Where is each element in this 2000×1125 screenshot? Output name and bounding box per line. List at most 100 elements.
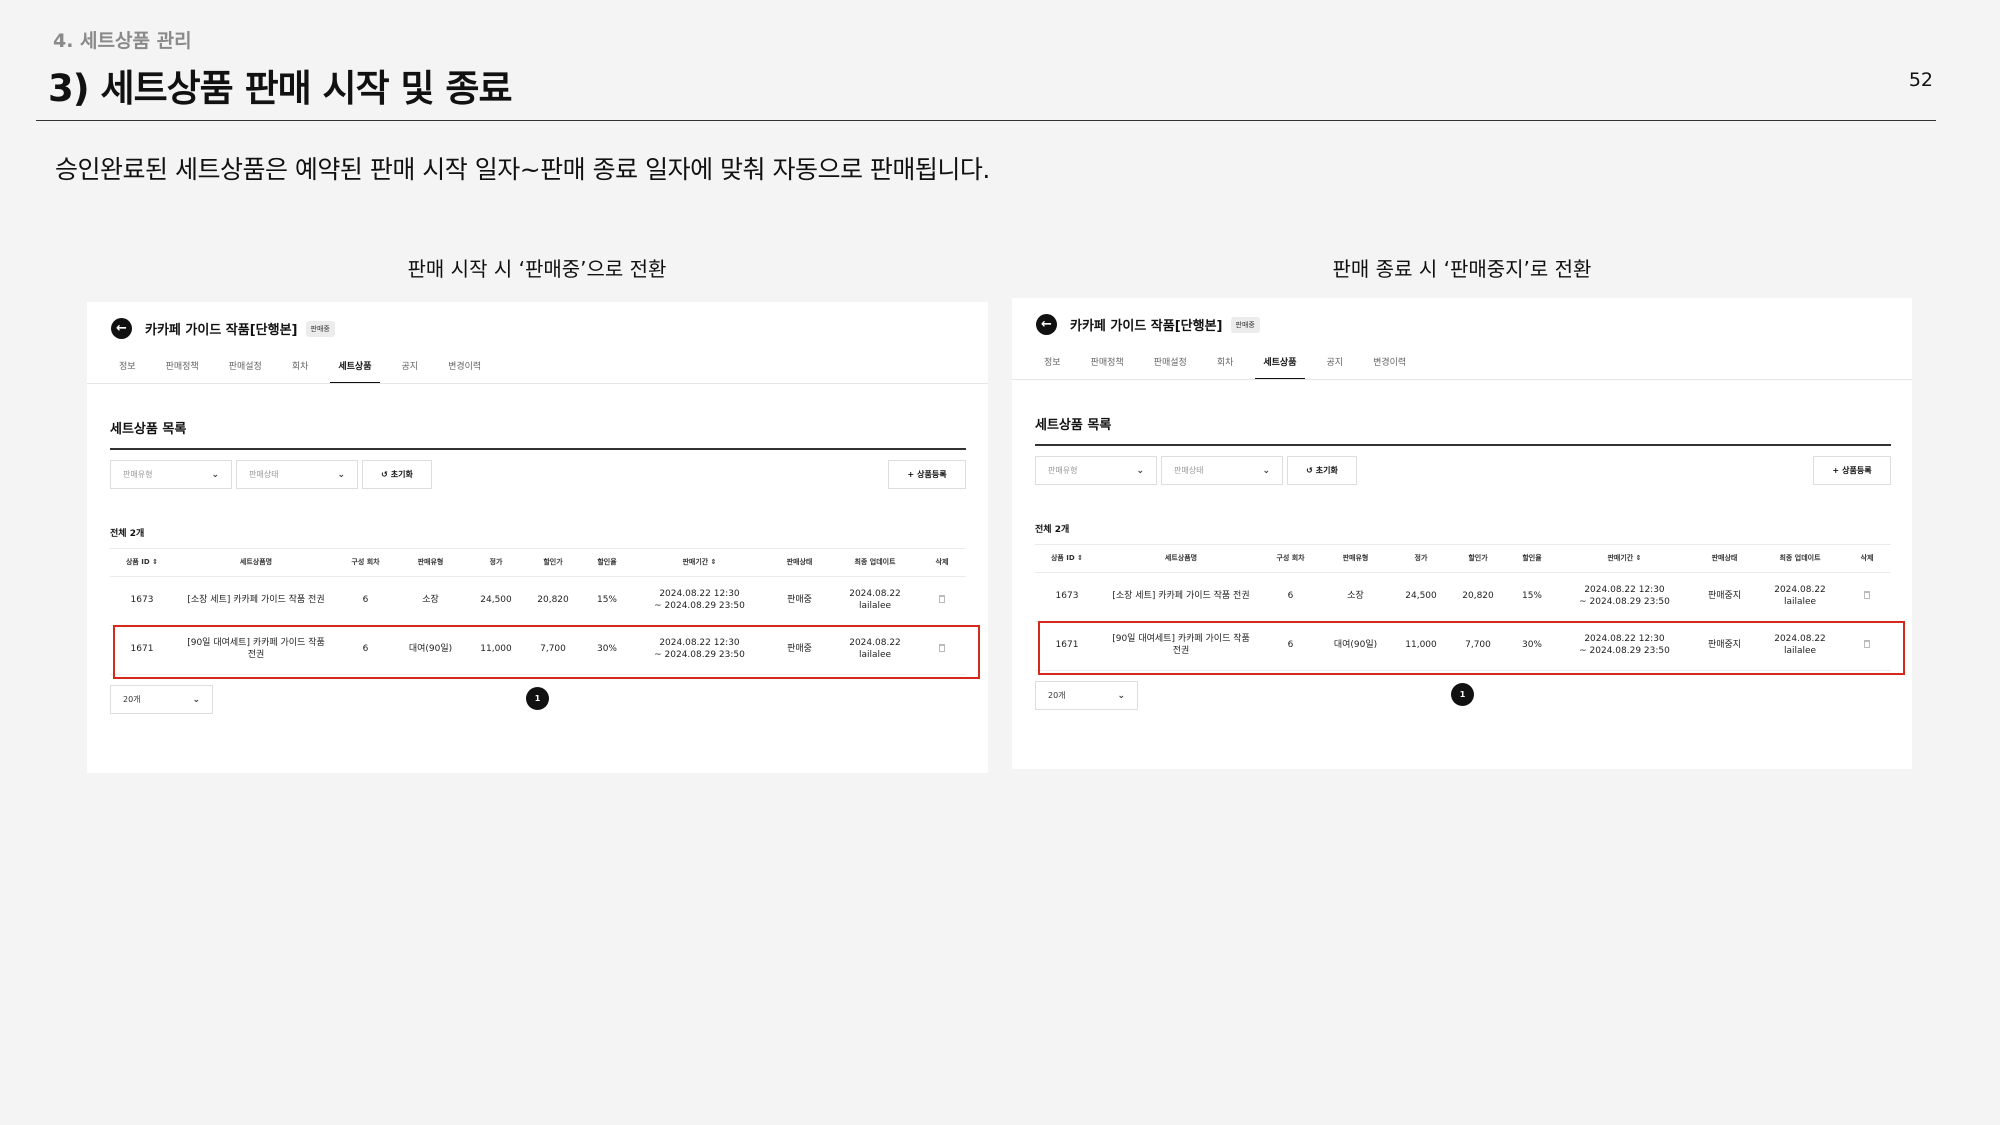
header-rate: 할인율 <box>597 557 617 566</box>
tab-notice[interactable]: 공지 <box>1319 355 1352 380</box>
header-type: 판매유형 <box>417 557 444 566</box>
trash-icon[interactable] <box>939 594 945 603</box>
tab-bar: 정보 판매정책 판매설정 회차 세트상품 공지 변경이력 <box>1036 355 1428 380</box>
page-number: 52 <box>1908 69 1933 91</box>
header-id[interactable]: 상품 ID ⇕ <box>1035 554 1099 563</box>
cell-name[interactable]: [소장 세트] 카카페 가이드 작품 전권 <box>174 595 338 607</box>
add-product-button[interactable]: + 상품등록 <box>888 460 966 489</box>
highlight-box <box>113 625 980 679</box>
total-count: 전체 2개 <box>110 529 145 539</box>
header-updated: 최종 업데이트 <box>1779 553 1821 562</box>
cell-price: 24,500 <box>480 595 512 606</box>
plus-icon: + <box>1832 466 1840 475</box>
refresh-icon: ↺ <box>381 470 388 479</box>
arrow-left-icon[interactable]: ← <box>111 318 132 339</box>
header-updated: 최종 업데이트 <box>854 557 896 566</box>
tab-sales-settings[interactable]: 판매설정 <box>221 359 270 384</box>
header-type: 판매유형 <box>1342 553 1369 562</box>
screenshot-panel-start: ← 카카페 가이드 작품[단행본] 판매중 정보 판매정책 판매설정 회차 세트… <box>87 302 988 773</box>
sort-icon: ⇕ <box>152 557 159 566</box>
page-size-value: 20개 <box>123 695 141 704</box>
caption-left: 판매 시작 시 ‘판매중’으로 전환 <box>407 257 667 281</box>
cell-episodes: 6 <box>1287 591 1294 602</box>
tab-sales-policy[interactable]: 판매정책 <box>158 359 207 384</box>
reset-label: 초기화 <box>1315 466 1338 475</box>
cell-type: 소장 <box>422 595 439 606</box>
sales-type-select[interactable]: 판매유형 ⌄ <box>1035 456 1157 485</box>
header-period[interactable]: 판매기간 ⇕ <box>1557 554 1692 563</box>
cell-episodes: 6 <box>362 595 369 606</box>
cell-delete <box>1843 590 1891 604</box>
cell-name[interactable]: [소장 세트] 카카페 가이드 작품 전권 <box>1099 591 1263 603</box>
add-product-button[interactable]: + 상품등록 <box>1813 456 1891 485</box>
arrow-left-icon[interactable]: ← <box>1036 314 1057 335</box>
highlight-box <box>1038 621 1905 675</box>
tab-episodes[interactable]: 회차 <box>284 359 317 384</box>
caption-right: 판매 종료 시 ‘판매중지’로 전환 <box>1332 257 1592 281</box>
header-status: 판매상태 <box>1711 553 1738 562</box>
header-price: 정가 <box>1414 553 1428 562</box>
tab-history[interactable]: 변경이력 <box>440 359 489 384</box>
cell-rate: 15% <box>1521 591 1542 602</box>
tab-episodes[interactable]: 회차 <box>1209 355 1242 380</box>
status-badge: 판매중 <box>1230 316 1260 333</box>
table-row[interactable]: 1673 [소장 세트] 카카페 가이드 작품 전권 6 소장 24,500 2… <box>110 577 966 626</box>
cell-price: 24,500 <box>1405 591 1437 602</box>
reset-button[interactable]: ↺ 초기화 <box>1287 456 1357 485</box>
cell-period: 2024.08.22 12:30 ~ 2024.08.29 23:50 <box>1579 585 1670 607</box>
cell-updated: 2024.08.22 lailalee <box>849 589 901 611</box>
sales-status-select[interactable]: 판매상태 ⌄ <box>236 460 358 489</box>
header-status: 판매상태 <box>786 557 813 566</box>
tab-bar: 정보 판매정책 판매설정 회차 세트상품 공지 변경이력 <box>111 359 503 384</box>
cell-delete <box>918 594 966 608</box>
chevron-down-icon: ⌄ <box>337 469 345 480</box>
table-header: 상품 ID ⇕ 세트상품명 구성 회차 판매유형 정가 할인가 할인율 판매기간… <box>1035 544 1891 573</box>
header-period[interactable]: 판매기간 ⇕ <box>632 558 767 567</box>
list-divider <box>1035 444 1891 446</box>
chevron-down-icon: ⌄ <box>211 469 219 480</box>
page-button[interactable]: 1 <box>526 687 549 710</box>
reset-button[interactable]: ↺ 초기화 <box>362 460 432 489</box>
tab-sales-policy[interactable]: 판매정책 <box>1083 355 1132 380</box>
sales-type-placeholder: 판매유형 <box>123 470 153 479</box>
sort-icon: ⇕ <box>1077 553 1084 562</box>
trash-icon[interactable] <box>1864 590 1870 599</box>
header-id[interactable]: 상품 ID ⇕ <box>110 558 174 567</box>
sales-type-select[interactable]: 판매유형 ⌄ <box>110 460 232 489</box>
header-sale-price: 할인가 <box>543 557 563 566</box>
tab-set-products[interactable]: 세트상품 <box>1255 355 1305 380</box>
tab-info[interactable]: 정보 <box>111 359 144 384</box>
tab-info[interactable]: 정보 <box>1036 355 1069 380</box>
header-name: 세트상품명 <box>239 557 273 566</box>
header-episodes: 구성 회차 <box>351 557 380 566</box>
header-rate: 할인율 <box>1522 553 1542 562</box>
list-title: 세트상품 목록 <box>110 422 187 437</box>
page-size-select[interactable]: 20개 ⌄ <box>1035 681 1138 710</box>
table-row[interactable]: 1673 [소장 세트] 카카페 가이드 작품 전권 6 소장 24,500 2… <box>1035 573 1891 622</box>
tab-sales-settings[interactable]: 판매설정 <box>1146 355 1195 380</box>
cell-sale-price: 20,820 <box>537 595 569 606</box>
cell-rate: 15% <box>596 595 617 606</box>
header-sale-price: 할인가 <box>1468 553 1488 562</box>
page-size-select[interactable]: 20개 ⌄ <box>110 685 213 714</box>
sales-status-placeholder: 판매상태 <box>249 470 279 479</box>
tab-history[interactable]: 변경이력 <box>1365 355 1414 380</box>
reset-label: 초기화 <box>390 470 413 479</box>
tab-notice[interactable]: 공지 <box>394 359 427 384</box>
sales-status-select[interactable]: 판매상태 ⌄ <box>1161 456 1283 485</box>
tab-set-products[interactable]: 세트상품 <box>330 359 380 384</box>
product-header: ← 카카페 가이드 작품[단행본] 판매중 <box>111 318 335 339</box>
header-episodes: 구성 회차 <box>1276 553 1305 562</box>
cell-sale-price: 20,820 <box>1462 591 1494 602</box>
description: 승인완료된 세트상품은 예약된 판매 시작 일자~판매 종료 일자에 맞춰 자동… <box>55 155 990 184</box>
sort-icon: ⇕ <box>710 557 717 566</box>
add-label: 상품등록 <box>1842 466 1872 475</box>
tabs-divider <box>1012 379 1912 380</box>
chevron-down-icon: ⌄ <box>1262 465 1270 476</box>
sales-type-placeholder: 판매유형 <box>1048 466 1078 475</box>
header-delete: 삭제 <box>1860 553 1874 562</box>
cell-type: 소장 <box>1347 591 1364 602</box>
page-button[interactable]: 1 <box>1451 683 1474 706</box>
sales-status-placeholder: 판매상태 <box>1174 466 1204 475</box>
section-label: 4. 세트상품 관리 <box>53 30 192 52</box>
